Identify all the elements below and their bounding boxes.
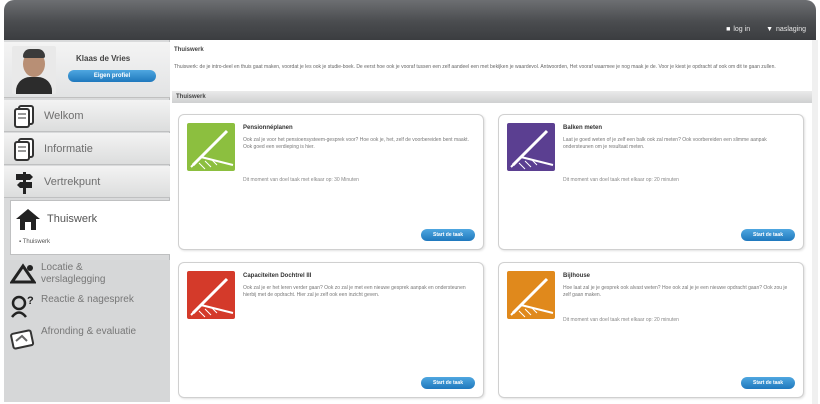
task-meta: Dit moment van doel taak met elkaar op: … <box>563 177 679 183</box>
task-thumbnail <box>187 271 235 319</box>
task-thumbnail <box>187 123 235 171</box>
portfolio-icon <box>10 326 36 350</box>
task-title: Bijlhouse <box>563 273 591 279</box>
task-title: Capaciteiten Dochtrel III <box>243 273 312 279</box>
task-card: Pensionnéplanen Ook zal je voor het pens… <box>178 114 484 250</box>
task-meta: Dit moment van doel taak met elkaar op: … <box>243 177 359 183</box>
task-card: Balken meten Laat je goed weten of je ze… <box>498 114 804 250</box>
task-title: Balken meten <box>563 125 603 131</box>
measure-icon <box>9 262 37 286</box>
scrollbar[interactable] <box>812 40 818 404</box>
sidebar-item-thuiswerk[interactable]: Thuiswerk ▪ Thuiswerk <box>10 200 170 255</box>
sidebar-item-label: Welkom <box>44 109 84 122</box>
sidebar-item-label: Afronding & evaluatie <box>41 326 137 337</box>
header-links: ■ log in ▼ naslaging <box>726 26 806 33</box>
signpost-icon <box>12 170 38 194</box>
question-person-icon: ? <box>10 294 36 318</box>
start-task-button[interactable]: Start de taak <box>421 377 475 389</box>
avatar <box>12 46 56 94</box>
sidebar-item-label: Thuiswerk <box>47 213 98 225</box>
naslaging-link-label: naslaging <box>776 26 806 33</box>
login-link[interactable]: ■ log in <box>726 26 750 33</box>
task-thumbnail <box>507 271 555 319</box>
main-content: Thuiswerk Thuiswerk: de je intro-deel en… <box>170 40 816 404</box>
start-task-button[interactable]: Start de taak <box>421 229 475 241</box>
sidebar-item-vertrekpunt[interactable]: Vertrekpunt <box>4 166 170 198</box>
intro-text: Thuiswerk: de je intro-deel en thuis gaa… <box>174 64 776 70</box>
start-task-button[interactable]: Start de taak <box>741 377 795 389</box>
sidebar-item-afronding[interactable]: Afronding & evaluatie <box>4 324 170 356</box>
sidebar-item-informatie[interactable]: Informatie <box>4 133 170 165</box>
sidebar-item-label: Locatie & verslaglegging <box>41 262 106 285</box>
sidebar-group: Locatie & verslaglegging ? Reactie & nag… <box>4 260 170 402</box>
user-profile: Klaas de Vries Eigen profiel <box>4 42 170 98</box>
task-thumbnail <box>507 123 555 171</box>
sidebar: Klaas de Vries Eigen profiel Welkom Info… <box>4 40 170 402</box>
task-card: Bijlhouse Hoe laat zal je je gesprek ook… <box>498 262 804 398</box>
task-description: Ook zal je voor het pensioensysteem-gesp… <box>243 137 469 150</box>
sidebar-item-reactie[interactable]: ? Reactie & nagesprek <box>4 292 170 324</box>
page-title: Thuiswerk <box>174 47 204 53</box>
document-stack-icon <box>12 137 38 161</box>
sidebar-subitem-thuiswerk[interactable]: ▪ Thuiswerk <box>19 239 50 245</box>
lock-icon: ■ <box>726 26 731 33</box>
sidebar-item-locatie[interactable]: Locatie & verslaglegging <box>4 260 170 292</box>
task-description: Hoe laat zal je je gesprek ook alvast we… <box>563 285 788 298</box>
task-card: Capaciteiten Dochtrel III Ook zal je er … <box>178 262 484 398</box>
login-link-label: log in <box>733 26 751 33</box>
user-name: Klaas de Vries <box>76 54 131 63</box>
svg-text:?: ? <box>27 295 34 307</box>
sidebar-item-label: Reactie & nagesprek <box>41 294 134 305</box>
top-bar: ■ log in ▼ naslaging <box>4 0 816 40</box>
edit-profile-button[interactable]: Eigen profiel <box>68 70 156 82</box>
arrow-icon: ▼ <box>766 26 774 33</box>
sidebar-item-label: Informatie <box>44 142 93 155</box>
task-description: Laat je goed weten of je zelf een balk o… <box>563 137 767 150</box>
house-icon <box>15 207 41 231</box>
sidebar-subitem-label: Thuiswerk <box>22 239 51 245</box>
section-header: Thuiswerk <box>172 91 812 103</box>
start-task-button[interactable]: Start de taak <box>741 229 795 241</box>
naslaging-link[interactable]: ▼ naslaging <box>766 26 806 33</box>
task-meta: Dit moment van doel taak met elkaar op: … <box>563 317 679 323</box>
sidebar-item-label: Vertrekpunt <box>44 175 101 188</box>
task-title: Pensionnéplanen <box>243 125 293 131</box>
document-stack-icon <box>12 104 38 128</box>
task-description: Ook zal je er het leren verder gaan? Ook… <box>243 285 466 298</box>
sidebar-item-welkom[interactable]: Welkom <box>4 100 170 132</box>
